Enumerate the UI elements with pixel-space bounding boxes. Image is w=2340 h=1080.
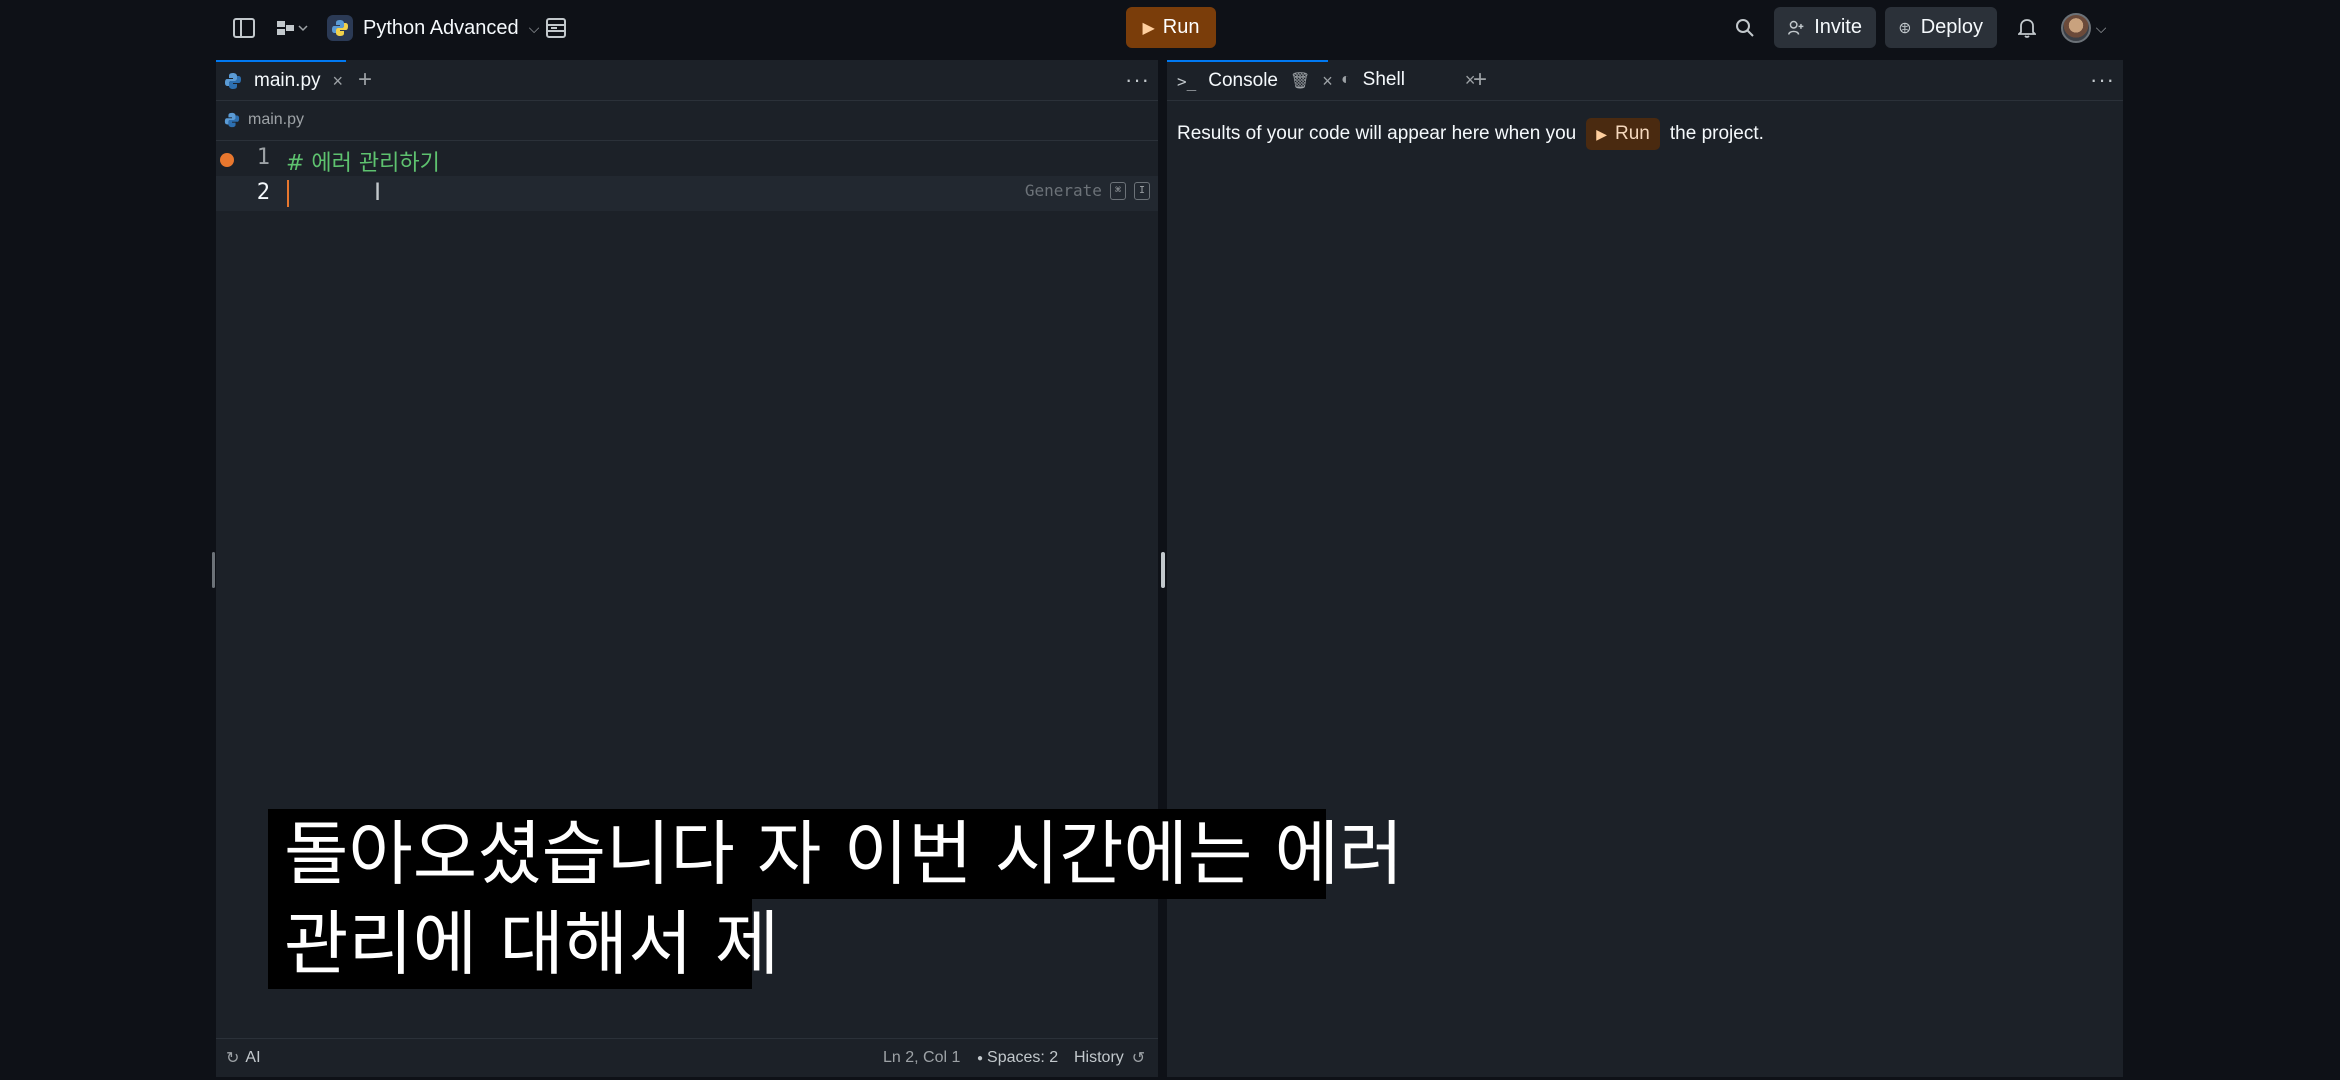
tab-main-py[interactable]: main.py × (216, 60, 346, 100)
trash-icon[interactable]: 🗑︎ (1290, 71, 1310, 91)
more-icon: ··· (1125, 67, 1150, 92)
dot-icon: ● (977, 1052, 984, 1064)
play-icon: ▶ (1596, 125, 1608, 142)
console-tab-bar: >_ Console 🗑︎ × ◐ Shell × + ··· (1167, 60, 2123, 101)
bell-icon[interactable] (2015, 16, 2039, 40)
new-tab-button[interactable]: + (358, 60, 372, 100)
avatar[interactable] (2061, 13, 2091, 43)
deploy-label: Deploy (1920, 16, 1983, 38)
cursor-position[interactable]: Ln 2, Col 1 (883, 1049, 960, 1067)
left-resize-handle[interactable] (212, 552, 215, 588)
ai-button[interactable]: ↻ AI (226, 1048, 261, 1068)
console-message-start: Results of your code will appear here wh… (1177, 123, 1577, 144)
text-cursor (287, 180, 289, 207)
plus-icon: + (1473, 66, 1488, 93)
line-number: 2 (256, 180, 270, 205)
play-icon: ▶ (1142, 19, 1155, 37)
console-pane: >_ Console 🗑︎ × ◐ Shell × + ··· Results … (1167, 60, 2123, 1077)
console-message-end: the project. (1669, 123, 1764, 144)
line-number: 1 (256, 145, 270, 170)
tab-console[interactable]: >_ Console 🗑︎ × (1167, 60, 1333, 100)
python-file-icon (224, 112, 240, 128)
invite-button[interactable]: Invite (1774, 7, 1876, 48)
top-bar: Python Advanced ⌵ ▶ Run Invite Deploy ⌵ (212, 0, 2128, 56)
code-line-current[interactable]: 2 I Generate ⌘ I (216, 176, 1158, 211)
inline-run-button[interactable]: ▶ Run (1586, 118, 1660, 150)
breadcrumb[interactable]: main.py (224, 106, 304, 134)
indent-setting[interactable]: ● Spaces: 2 (977, 1049, 1058, 1067)
inline-run-label: Run (1615, 123, 1650, 144)
pane-resize-handle[interactable] (1161, 552, 1165, 588)
tab-label: main.py (254, 70, 321, 91)
subtitle-line-1: 돌아오셨습니다 자 이번 시간에는 에러 (268, 809, 1403, 899)
shell-icon: ◐ (1341, 71, 1351, 88)
editor-tab-bar: main.py × + ··· (216, 60, 1158, 101)
run-button[interactable]: ▶ Run (1126, 7, 1216, 48)
breadcrumb-file: main.py (248, 111, 305, 128)
python-icon (327, 15, 353, 41)
search-icon[interactable] (1733, 16, 1757, 40)
spaces-label: Spaces: 2 (987, 1049, 1059, 1066)
generate-label: Generate (1024, 181, 1102, 200)
plus-icon: + (358, 66, 373, 93)
terminal-icon: >_ (1177, 71, 1197, 91)
deploy-button[interactable]: Deploy (1885, 7, 1997, 48)
project-name: Python Advanced (363, 16, 519, 39)
python-file-icon (224, 72, 242, 90)
breakpoint-dot (220, 153, 234, 167)
i-beam-cursor-icon: I (374, 178, 382, 206)
chevron-down-icon: ⌵ (528, 19, 540, 36)
history-button[interactable]: History ↺ (1074, 1048, 1145, 1068)
more-icon: ··· (2090, 67, 2115, 92)
ai-icon: ↻ (226, 1050, 240, 1067)
project-selector[interactable]: Python Advanced ⌵ (327, 12, 539, 44)
status-bar: ↻ AI Ln 2, Col 1 ● Spaces: 2 History ↺ (216, 1038, 1158, 1077)
deploy-icon (1899, 22, 1911, 33)
generate-hint[interactable]: Generate ⌘ I (1025, 181, 1150, 200)
tools-panel-icon[interactable] (544, 16, 568, 40)
add-user-icon (1788, 20, 1804, 35)
tab-label: Console (1208, 70, 1278, 91)
code-comment: # 에러 관리하기 (286, 151, 440, 176)
shortcut-key: I (1133, 181, 1150, 200)
invite-label: Invite (1814, 16, 1862, 38)
close-icon[interactable]: × (333, 71, 344, 92)
tab-label: Shell (1362, 69, 1405, 90)
tab-shell[interactable]: ◐ Shell × (1341, 60, 1475, 100)
run-button-label: Run (1162, 16, 1200, 38)
more-options-button[interactable]: ··· (2090, 60, 2115, 100)
more-options-button[interactable]: ··· (1125, 60, 1150, 100)
workspace-menu-icon[interactable] (274, 16, 310, 40)
history-icon: ↺ (1131, 1050, 1146, 1067)
code-line[interactable]: 1 # 에러 관리하기 (216, 141, 1158, 176)
close-icon[interactable]: × (1322, 71, 1333, 92)
sidebar-toggle-icon[interactable] (232, 16, 256, 40)
chevron-down-icon[interactable]: ⌵ (2094, 16, 2108, 40)
subtitle-line-2: 관리에 대해서 제 (268, 899, 779, 989)
new-tab-button[interactable]: + (1473, 60, 1487, 100)
ai-label: AI (245, 1049, 261, 1066)
history-label: History (1074, 1049, 1124, 1066)
shortcut-key: ⌘ (1109, 181, 1126, 200)
console-placeholder: Results of your code will appear here wh… (1177, 116, 1764, 152)
